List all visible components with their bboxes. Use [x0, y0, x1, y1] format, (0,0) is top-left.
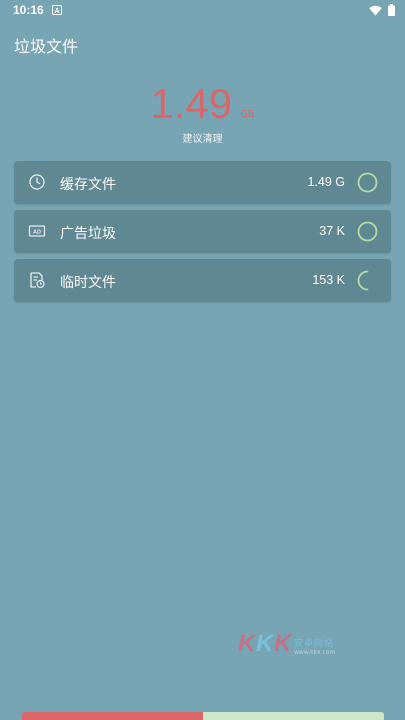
status-bar: 10:16 A — [0, 0, 405, 22]
clock-icon — [29, 174, 45, 190]
list-item-ad-junk[interactable]: AD 广告垃圾 37 K — [14, 210, 391, 253]
page-title: 垃圾文件 — [14, 37, 79, 56]
notification-a-icon: A — [52, 5, 62, 15]
scan-complete-icon — [357, 221, 378, 242]
bottom-action-bar[interactable] — [22, 712, 384, 720]
watermark-url: www.kkx.com — [294, 649, 336, 656]
item-size: 37 K — [319, 224, 345, 238]
list-item-temp-files[interactable]: 临时文件 153 K — [14, 259, 391, 302]
status-time: 10:16 — [13, 3, 44, 17]
scan-complete-icon — [357, 172, 378, 193]
bottom-bar-left[interactable] — [22, 712, 203, 720]
ad-icon: AD — [28, 225, 46, 237]
wifi-icon — [369, 5, 382, 15]
list-item-cache-files[interactable]: 缓存文件 1.49 G — [14, 161, 391, 204]
svg-text:A: A — [54, 8, 59, 15]
temp-file-icon — [30, 272, 45, 289]
item-label: 广告垃圾 — [60, 226, 116, 242]
svg-text:AD: AD — [33, 230, 41, 236]
watermark-text: 安卓网站 — [294, 639, 335, 649]
scanning-spinner-icon — [357, 270, 369, 291]
total-size: 1.49 GB — [150, 80, 254, 128]
item-label: 临时文件 — [60, 275, 116, 291]
total-size-unit: GB — [240, 109, 255, 120]
clean-suggestion-text: 建议清理 — [182, 134, 223, 145]
item-size: 1.49 G — [307, 175, 345, 189]
bottom-bar-right[interactable] — [203, 712, 384, 720]
battery-icon — [388, 4, 395, 16]
total-summary: 1.49 GB 建议清理 — [0, 80, 405, 145]
total-size-value: 1.49 — [150, 80, 233, 127]
item-size: 153 K — [312, 273, 345, 287]
status-icons — [369, 4, 395, 16]
watermark-logo: K K K 安卓网站 www.kkx.com — [238, 630, 336, 657]
item-label: 缓存文件 — [60, 177, 116, 193]
